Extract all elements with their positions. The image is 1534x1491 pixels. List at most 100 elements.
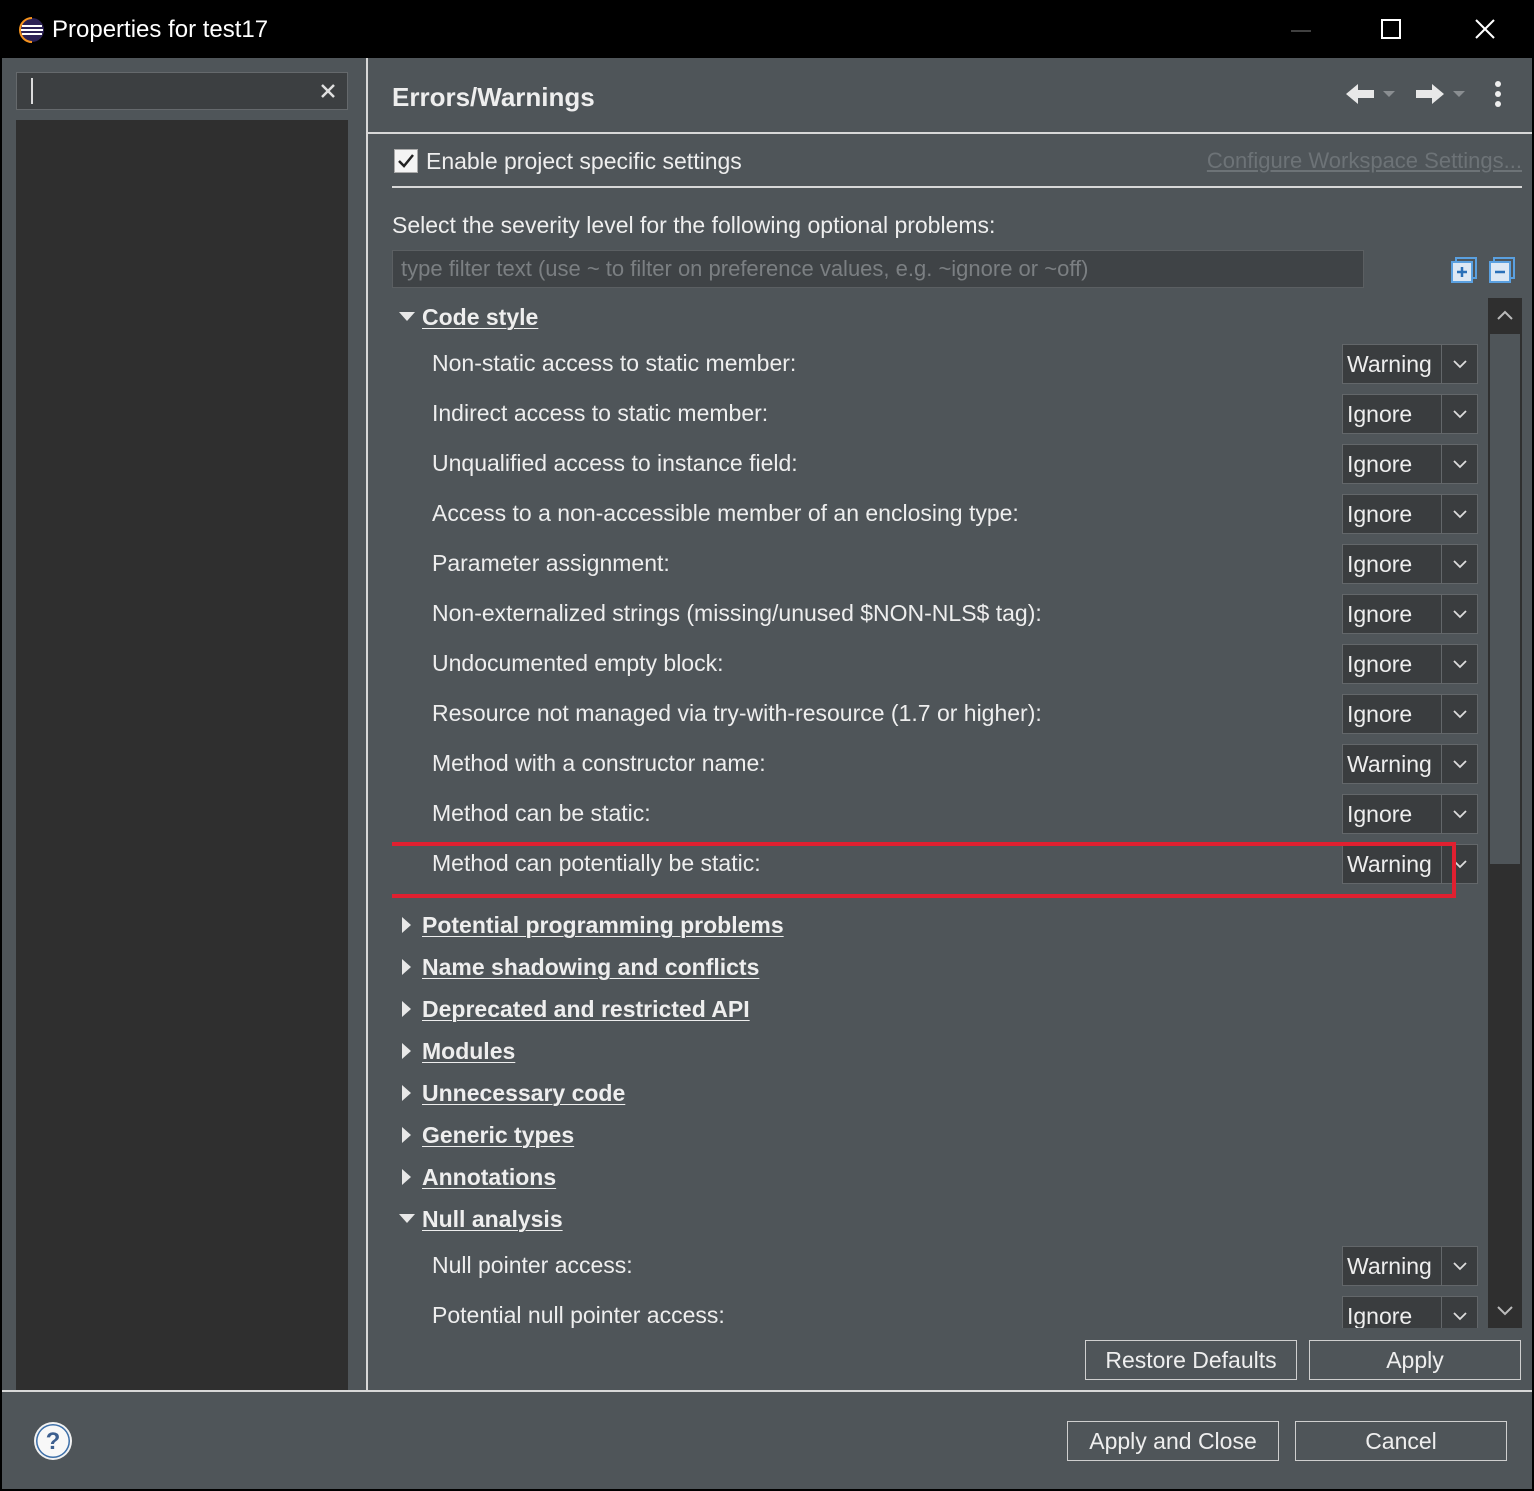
problem-filter-input[interactable]: type filter text (use ~ to filter on pre… xyxy=(392,250,1364,288)
collapse-all-icon[interactable] xyxy=(1488,256,1516,284)
back-button[interactable] xyxy=(1342,76,1378,112)
severity-combo[interactable]: Ignore xyxy=(1342,594,1478,634)
chevron-down-icon[interactable] xyxy=(1441,795,1477,833)
title-divider xyxy=(368,132,1532,134)
view-menu-button[interactable] xyxy=(1486,76,1510,112)
right-pane: Errors/Warnings Enable project specific … xyxy=(368,58,1532,1390)
expanded-triangle-icon[interactable] xyxy=(392,298,422,336)
combo-value: Warning xyxy=(1347,751,1432,777)
chevron-down-icon[interactable] xyxy=(1441,595,1477,633)
collapsed-triangle-icon[interactable] xyxy=(392,1158,422,1196)
combo-value: Ignore xyxy=(1347,651,1413,677)
chevron-down-icon[interactable] xyxy=(1441,695,1477,733)
scroll-down-icon[interactable] xyxy=(1496,1304,1514,1318)
severity-combo[interactable]: Ignore xyxy=(1342,1296,1478,1328)
section-unnecessary-code[interactable]: Unnecessary code xyxy=(392,1074,625,1112)
option-row: Indirect access to static member: Ignore xyxy=(432,394,1478,434)
collapsed-triangle-icon[interactable] xyxy=(392,1074,422,1112)
collapsed-triangle-icon[interactable] xyxy=(392,990,422,1028)
section-generic-types[interactable]: Generic types xyxy=(392,1116,574,1154)
severity-combo[interactable]: Ignore xyxy=(1342,694,1478,734)
window-title: Properties for test17 xyxy=(52,16,269,43)
section-deprecated-api[interactable]: Deprecated and restricted API xyxy=(392,990,750,1028)
option-row: Non-static access to static member: Warn… xyxy=(432,344,1478,384)
chevron-down-icon[interactable] xyxy=(1441,395,1477,433)
maximize-button[interactable] xyxy=(1346,0,1436,58)
enable-label: Enable project specific settings xyxy=(426,147,742,174)
scroll-up-icon[interactable] xyxy=(1496,308,1514,322)
collapsed-triangle-icon[interactable] xyxy=(392,1116,422,1154)
close-button[interactable] xyxy=(1440,0,1530,58)
chevron-down-icon[interactable] xyxy=(1441,345,1477,383)
close-icon xyxy=(1475,19,1495,39)
option-row: Method with a constructor name: Warning xyxy=(432,744,1478,784)
severity-combo[interactable]: Warning xyxy=(1342,744,1478,784)
maximize-icon xyxy=(1381,19,1401,39)
page-title: Errors/Warnings xyxy=(392,82,595,112)
back-history-button[interactable] xyxy=(1380,76,1398,112)
collapsed-triangle-icon[interactable] xyxy=(392,906,422,944)
severity-combo[interactable]: Warning xyxy=(1342,344,1478,384)
forward-history-button[interactable] xyxy=(1450,76,1468,112)
forward-button[interactable] xyxy=(1412,76,1448,112)
option-row: Access to a non-accessible member of an … xyxy=(432,494,1478,534)
chevron-down-icon xyxy=(1383,91,1395,97)
clear-filter-button[interactable] xyxy=(315,77,341,105)
option-label: Method with a constructor name: xyxy=(432,750,766,776)
enable-checkbox[interactable] xyxy=(394,149,418,173)
configure-workspace-link[interactable]: Configure Workspace Settings... xyxy=(1207,148,1522,174)
chevron-down-icon[interactable] xyxy=(1441,1297,1477,1328)
chevron-down-icon[interactable] xyxy=(1441,1247,1477,1285)
section-null-analysis[interactable]: Null analysis xyxy=(392,1200,563,1238)
forward-arrow-icon xyxy=(1416,84,1444,104)
vertical-scrollbar[interactable] xyxy=(1488,298,1522,1328)
option-label: Parameter assignment: xyxy=(432,550,670,576)
severity-combo[interactable]: Ignore xyxy=(1342,644,1478,684)
text-cursor xyxy=(31,78,33,104)
problems-tree: Code style Non-static access to static m… xyxy=(392,298,1482,1328)
enable-project-settings[interactable]: Enable project specific settings xyxy=(394,146,742,176)
section-modules[interactable]: Modules xyxy=(392,1032,515,1070)
section-label: Potential programming problems xyxy=(422,911,784,938)
property-filter-input[interactable] xyxy=(16,72,348,110)
option-row: Undocumented empty block: Ignore xyxy=(432,644,1478,684)
clear-icon xyxy=(321,84,335,98)
chevron-down-icon[interactable] xyxy=(1441,545,1477,583)
left-pane xyxy=(2,58,366,1390)
property-tree[interactable] xyxy=(16,120,348,1390)
option-label: Undocumented empty block: xyxy=(432,650,724,676)
section-code-style[interactable]: Code style xyxy=(392,298,538,336)
apply-button[interactable]: Apply xyxy=(1309,1340,1521,1380)
section-annotations[interactable]: Annotations xyxy=(392,1158,556,1196)
severity-combo[interactable]: Warning xyxy=(1342,1246,1478,1286)
checkmark-icon xyxy=(398,154,414,168)
kebab-menu-icon xyxy=(1495,81,1501,107)
chevron-down-icon[interactable] xyxy=(1441,445,1477,483)
severity-combo[interactable]: Ignore xyxy=(1342,494,1478,534)
option-row: Potential null pointer access: Ignore xyxy=(432,1296,1478,1328)
option-label: Method can be static: xyxy=(432,800,651,826)
section-name-shadowing[interactable]: Name shadowing and conflicts xyxy=(392,948,759,986)
scrollbar-thumb[interactable] xyxy=(1490,334,1520,864)
restore-defaults-button[interactable]: Restore Defaults xyxy=(1085,1340,1297,1380)
page-navigation xyxy=(1342,76,1512,112)
expand-all-icon[interactable] xyxy=(1450,256,1478,284)
combo-value: Ignore xyxy=(1347,601,1413,627)
section-potential-programming-problems[interactable]: Potential programming problems xyxy=(392,906,784,944)
severity-combo[interactable]: Ignore xyxy=(1342,444,1478,484)
apply-and-close-button[interactable]: Apply and Close xyxy=(1067,1421,1279,1461)
collapsed-triangle-icon[interactable] xyxy=(392,948,422,986)
chevron-down-icon[interactable] xyxy=(1441,745,1477,783)
collapsed-triangle-icon[interactable] xyxy=(392,1032,422,1070)
cancel-button[interactable]: Cancel xyxy=(1295,1421,1507,1461)
chevron-down-icon[interactable] xyxy=(1441,645,1477,683)
severity-combo[interactable]: Ignore xyxy=(1342,544,1478,584)
chevron-down-icon[interactable] xyxy=(1441,495,1477,533)
severity-combo[interactable]: Ignore xyxy=(1342,794,1478,834)
combo-value: Ignore xyxy=(1347,551,1413,577)
severity-combo[interactable]: Ignore xyxy=(1342,394,1478,434)
minimize-button[interactable] xyxy=(1256,0,1346,58)
option-label: Non-static access to static member: xyxy=(432,350,797,376)
expanded-triangle-icon[interactable] xyxy=(392,1200,422,1238)
help-icon[interactable]: ? xyxy=(32,1420,74,1462)
